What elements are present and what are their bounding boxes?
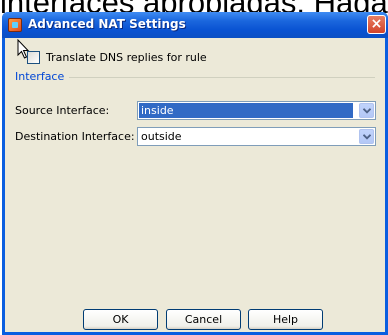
app-icon — [8, 18, 22, 32]
destination-interface-label: Destination Interface: — [15, 130, 135, 143]
translate-dns-checkbox[interactable] — [27, 51, 40, 64]
ok-button[interactable]: OK — [83, 309, 158, 330]
source-interface-label: Source Interface: — [15, 104, 110, 117]
title-bar[interactable]: Advanced NAT Settings × — [2, 12, 388, 38]
destination-interface-select[interactable]: outside — [137, 127, 376, 146]
translate-dns-label: Translate DNS replies for rule — [46, 51, 207, 64]
advanced-nat-settings-dialog: Advanced NAT Settings × Translate DNS re… — [2, 12, 388, 335]
window-title: Advanced NAT Settings — [28, 17, 186, 31]
source-interface-dropdown-button[interactable] — [359, 103, 374, 118]
chevron-down-icon — [363, 108, 371, 114]
destination-interface-value: outside — [141, 130, 182, 143]
chevron-down-icon — [363, 134, 371, 140]
interface-group-divider — [63, 77, 375, 78]
source-interface-select[interactable]: inside — [137, 101, 376, 120]
close-button[interactable]: × — [367, 15, 386, 34]
dialog-body: Translate DNS replies for rule Interface… — [5, 38, 385, 332]
destination-interface-dropdown-button[interactable] — [359, 129, 374, 144]
interface-group-legend: Interface — [15, 70, 70, 83]
source-interface-value: inside — [139, 103, 353, 118]
help-button[interactable]: Help — [248, 309, 323, 330]
cancel-button[interactable]: Cancel — [166, 309, 241, 330]
